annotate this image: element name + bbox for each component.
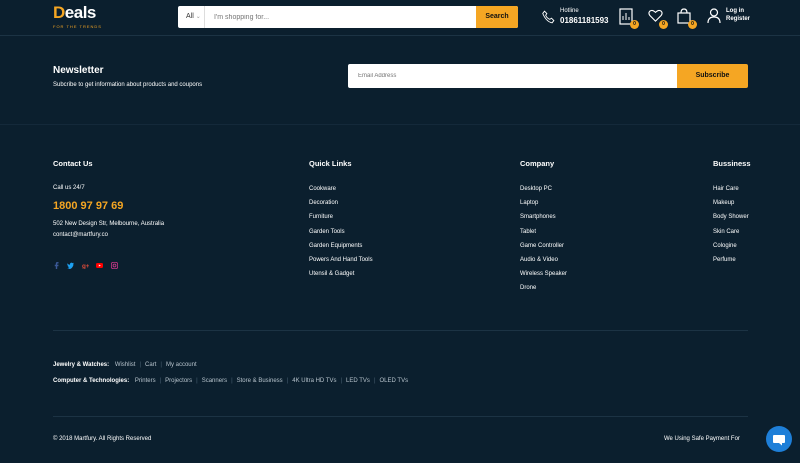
copyright-text: © 2018 Martfury. All Rights Reserved — [53, 436, 152, 442]
chat-icon — [773, 435, 785, 446]
company-title: Company — [520, 159, 555, 168]
youtube-icon[interactable] — [96, 262, 103, 269]
subscribe-button[interactable]: Subscribe — [677, 64, 748, 88]
business-title: Bussiness — [713, 159, 751, 168]
newsletter-title: Newsletter — [53, 65, 104, 76]
wishlist-button[interactable]: 0 — [648, 8, 668, 29]
quick-link-item[interactable]: Cookware — [309, 186, 373, 200]
4k-tvs-link[interactable]: 4K Ultra HD TVs — [292, 378, 336, 384]
jewelry-links-row: Jewelry & Watches: Wishlist | Cart | My acco… — [53, 362, 197, 368]
business-link-item[interactable]: Body Shower — [713, 214, 749, 228]
business-link-item[interactable]: Perfume — [713, 257, 749, 271]
search-category-select[interactable]: All ⌄ — [178, 6, 205, 28]
computer-links-row: Computer & Technologies: Printers | Projec… — [53, 378, 408, 384]
link-separator: | — [196, 378, 198, 384]
logo-tagline: FOR THE TRENDS — [53, 24, 102, 29]
business-link-item[interactable]: Cologine — [713, 243, 749, 257]
quick-link-item[interactable]: Powers And Hand Tools — [309, 257, 373, 271]
user-icon — [707, 8, 721, 24]
search-button[interactable]: Search — [476, 6, 518, 28]
logo-text: eals — [64, 3, 97, 22]
company-link-item[interactable]: Game Controller — [520, 243, 567, 257]
my-account-link[interactable]: My account — [166, 362, 197, 368]
facebook-icon[interactable] — [53, 262, 60, 269]
company-link-item[interactable]: Desktop PC — [520, 186, 567, 200]
store-business-link[interactable]: Store & Business — [237, 378, 283, 384]
login-link[interactable]: Log in — [726, 8, 744, 14]
business-link-item[interactable]: Hair Care — [713, 186, 749, 200]
contact-title: Contact Us — [53, 159, 93, 168]
led-tvs-link[interactable]: LED TVs — [346, 378, 370, 384]
compare-button[interactable]: 0 — [619, 8, 639, 29]
phone-icon — [542, 10, 555, 24]
contact-call-label: Call us 24/7 — [53, 185, 85, 191]
link-separator: | — [160, 362, 162, 368]
link-separator: | — [139, 362, 142, 368]
quick-link-item[interactable]: Utensil & Gadget — [309, 271, 373, 285]
compare-badge: 0 — [630, 20, 639, 29]
link-separator: | — [286, 378, 289, 384]
company-link-item[interactable]: Laptop — [520, 200, 567, 214]
link-separator: | — [373, 378, 376, 384]
quick-link-item[interactable]: Garden Equipments — [309, 243, 373, 257]
company-link-item[interactable]: Tablet — [520, 229, 567, 243]
contact-address: 502 New Design Str, Melbourne, Australia — [53, 221, 165, 227]
cart-button[interactable]: 0 — [677, 8, 697, 29]
business-list: Hair Care Makeup Body Shower Skin Care C… — [713, 186, 749, 271]
quick-links-title: Quick Links — [309, 159, 352, 168]
divider — [0, 124, 800, 125]
wishlist-link[interactable]: Wishlist — [115, 362, 136, 368]
google-plus-icon[interactable]: g+ — [82, 262, 89, 269]
divider — [53, 330, 748, 331]
search-category-label: All — [186, 13, 194, 20]
company-link-item[interactable]: Wireless Speaker — [520, 271, 567, 285]
business-link-item[interactable]: Skin Care — [713, 229, 749, 243]
cart-link[interactable]: Cart — [145, 362, 156, 368]
quick-link-item[interactable]: Furniture — [309, 214, 373, 228]
twitter-icon[interactable] — [67, 262, 74, 269]
quick-link-item[interactable]: Garden Tools — [309, 229, 373, 243]
svg-text:g+: g+ — [82, 263, 89, 269]
chat-button[interactable] — [766, 426, 792, 452]
computer-links-label: Computer & Technologies: — [53, 378, 130, 384]
chevron-down-icon: ⌄ — [195, 14, 201, 20]
divider — [53, 416, 748, 417]
link-separator: | — [159, 378, 162, 384]
site-header: Deals FOR THE TRENDS All⌄ Search Hotline… — [0, 0, 800, 36]
search-bar: All⌄ Search — [178, 6, 518, 28]
newsletter-subtitle: Subcribe to get information about produc… — [53, 82, 203, 88]
company-link-item[interactable]: Drone — [520, 285, 567, 299]
payment-text: We Using Safe Payment For — [664, 436, 740, 442]
hotline-number[interactable]: 01861181593 — [560, 16, 609, 25]
link-separator: | — [340, 378, 343, 384]
contact-phone[interactable]: 1800 97 97 69 — [53, 200, 123, 212]
business-link-item[interactable]: Makeup — [713, 200, 749, 214]
company-link-item[interactable]: Audio & Video — [520, 257, 567, 271]
jewelry-links-label: Jewelry & Watches: — [53, 362, 110, 368]
link-separator: | — [231, 378, 233, 384]
quick-links-list: Cookware Decoration Furniture Garden Too… — [309, 186, 373, 285]
projectors-link[interactable]: Projectors — [165, 378, 192, 384]
instagram-icon[interactable] — [111, 262, 118, 269]
scanners-link[interactable]: Scanners — [202, 378, 227, 384]
quick-link-item[interactable]: Decoration — [309, 200, 373, 214]
search-input[interactable] — [208, 6, 473, 28]
printers-link[interactable]: Printers — [135, 378, 156, 384]
contact-email[interactable]: contact@martfury.co — [53, 232, 108, 238]
wishlist-badge: 0 — [659, 20, 668, 29]
hotline-label: Hotline — [560, 8, 579, 14]
oled-tvs-link[interactable]: OLED TVs — [380, 378, 409, 384]
logo-initial: D — [53, 3, 65, 22]
cart-badge: 0 — [688, 20, 697, 29]
company-list: Desktop PC Laptop Smartphones Tablet Gam… — [520, 186, 567, 300]
register-link[interactable]: Register — [726, 16, 750, 22]
newsletter-email-input[interactable] — [348, 64, 678, 88]
company-link-item[interactable]: Smartphones — [520, 214, 567, 228]
site-logo[interactable]: Deals FOR THE TRENDS — [53, 3, 103, 33]
